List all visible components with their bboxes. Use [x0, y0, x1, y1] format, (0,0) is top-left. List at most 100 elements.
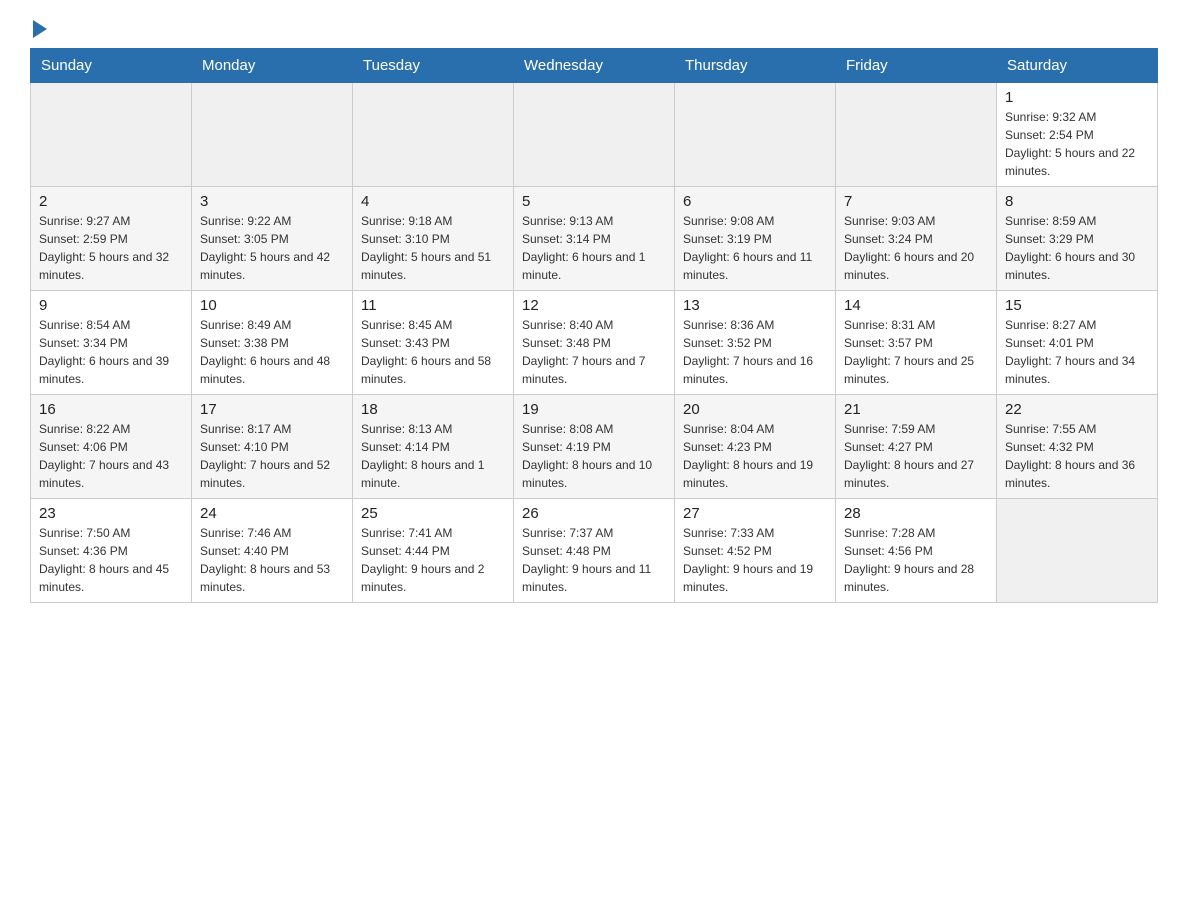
day-number: 22 [1005, 401, 1149, 418]
calendar-cell: 22 Sunrise: 7:55 AM Sunset: 4:32 PM Dayli… [997, 395, 1158, 499]
day-info: Sunrise: 7:55 AM Sunset: 4:32 PM Dayligh… [1005, 420, 1149, 492]
calendar-cell: 24 Sunrise: 7:46 AM Sunset: 4:40 PM Dayli… [192, 499, 353, 603]
day-number: 20 [683, 401, 827, 418]
calendar-header-saturday: Saturday [997, 49, 1158, 83]
day-info: Sunrise: 9:03 AM Sunset: 3:24 PM Dayligh… [844, 212, 988, 284]
calendar-header-tuesday: Tuesday [353, 49, 514, 83]
day-info: Sunrise: 8:04 AM Sunset: 4:23 PM Dayligh… [683, 420, 827, 492]
day-info: Sunrise: 8:54 AM Sunset: 3:34 PM Dayligh… [39, 316, 183, 388]
day-info: Sunrise: 8:22 AM Sunset: 4:06 PM Dayligh… [39, 420, 183, 492]
day-number: 11 [361, 297, 505, 314]
day-info: Sunrise: 7:46 AM Sunset: 4:40 PM Dayligh… [200, 524, 344, 596]
day-number: 4 [361, 193, 505, 210]
calendar-cell: 4 Sunrise: 9:18 AM Sunset: 3:10 PM Daylig… [353, 187, 514, 291]
day-info: Sunrise: 8:36 AM Sunset: 3:52 PM Dayligh… [683, 316, 827, 388]
day-info: Sunrise: 7:41 AM Sunset: 4:44 PM Dayligh… [361, 524, 505, 596]
day-number: 13 [683, 297, 827, 314]
calendar-cell [675, 83, 836, 187]
calendar-week-row: 16 Sunrise: 8:22 AM Sunset: 4:06 PM Dayli… [31, 395, 1158, 499]
calendar-cell: 12 Sunrise: 8:40 AM Sunset: 3:48 PM Dayli… [514, 291, 675, 395]
day-number: 14 [844, 297, 988, 314]
calendar-cell: 2 Sunrise: 9:27 AM Sunset: 2:59 PM Daylig… [31, 187, 192, 291]
calendar-cell: 23 Sunrise: 7:50 AM Sunset: 4:36 PM Dayli… [31, 499, 192, 603]
day-info: Sunrise: 7:28 AM Sunset: 4:56 PM Dayligh… [844, 524, 988, 596]
calendar-cell: 6 Sunrise: 9:08 AM Sunset: 3:19 PM Daylig… [675, 187, 836, 291]
day-info: Sunrise: 8:59 AM Sunset: 3:29 PM Dayligh… [1005, 212, 1149, 284]
calendar-cell: 11 Sunrise: 8:45 AM Sunset: 3:43 PM Dayli… [353, 291, 514, 395]
calendar-header-row: SundayMondayTuesdayWednesdayThursdayFrid… [31, 49, 1158, 83]
calendar-cell [514, 83, 675, 187]
page-header [30, 20, 1158, 38]
calendar-header-monday: Monday [192, 49, 353, 83]
day-number: 23 [39, 505, 183, 522]
calendar-cell: 17 Sunrise: 8:17 AM Sunset: 4:10 PM Dayli… [192, 395, 353, 499]
calendar-cell: 28 Sunrise: 7:28 AM Sunset: 4:56 PM Dayli… [836, 499, 997, 603]
day-number: 1 [1005, 89, 1149, 106]
day-info: Sunrise: 9:32 AM Sunset: 2:54 PM Dayligh… [1005, 108, 1149, 180]
day-info: Sunrise: 8:17 AM Sunset: 4:10 PM Dayligh… [200, 420, 344, 492]
calendar-header-wednesday: Wednesday [514, 49, 675, 83]
day-info: Sunrise: 9:13 AM Sunset: 3:14 PM Dayligh… [522, 212, 666, 284]
day-info: Sunrise: 8:49 AM Sunset: 3:38 PM Dayligh… [200, 316, 344, 388]
calendar-header-friday: Friday [836, 49, 997, 83]
calendar-table: SundayMondayTuesdayWednesdayThursdayFrid… [30, 48, 1158, 603]
calendar-cell: 27 Sunrise: 7:33 AM Sunset: 4:52 PM Dayli… [675, 499, 836, 603]
day-info: Sunrise: 8:08 AM Sunset: 4:19 PM Dayligh… [522, 420, 666, 492]
day-info: Sunrise: 8:40 AM Sunset: 3:48 PM Dayligh… [522, 316, 666, 388]
calendar-cell [31, 83, 192, 187]
calendar-header-thursday: Thursday [675, 49, 836, 83]
day-number: 16 [39, 401, 183, 418]
logo-arrow-icon [33, 20, 47, 38]
calendar-cell: 25 Sunrise: 7:41 AM Sunset: 4:44 PM Dayli… [353, 499, 514, 603]
day-number: 28 [844, 505, 988, 522]
day-number: 19 [522, 401, 666, 418]
day-number: 21 [844, 401, 988, 418]
calendar-cell: 13 Sunrise: 8:36 AM Sunset: 3:52 PM Dayli… [675, 291, 836, 395]
day-number: 10 [200, 297, 344, 314]
day-info: Sunrise: 7:50 AM Sunset: 4:36 PM Dayligh… [39, 524, 183, 596]
calendar-cell: 15Sunrise: 8:27 AM Sunset: 4:01 PM Dayli… [997, 291, 1158, 395]
day-number: 12 [522, 297, 666, 314]
day-info: Sunrise: 8:31 AM Sunset: 3:57 PM Dayligh… [844, 316, 988, 388]
day-info: Sunrise: 7:59 AM Sunset: 4:27 PM Dayligh… [844, 420, 988, 492]
day-info: Sunrise: 9:27 AM Sunset: 2:59 PM Dayligh… [39, 212, 183, 284]
logo [30, 20, 47, 38]
calendar-cell: 3Sunrise: 9:22 AM Sunset: 3:05 PM Daylig… [192, 187, 353, 291]
day-info: Sunrise: 9:08 AM Sunset: 3:19 PM Dayligh… [683, 212, 827, 284]
calendar-cell: 21 Sunrise: 7:59 AM Sunset: 4:27 PM Dayli… [836, 395, 997, 499]
day-number: 9 [39, 297, 183, 314]
calendar-cell: 7 Sunrise: 9:03 AM Sunset: 3:24 PM Daylig… [836, 187, 997, 291]
calendar-cell: 9 Sunrise: 8:54 AM Sunset: 3:34 PM Daylig… [31, 291, 192, 395]
day-info: Sunrise: 8:13 AM Sunset: 4:14 PM Dayligh… [361, 420, 505, 492]
calendar-cell: 10 Sunrise: 8:49 AM Sunset: 3:38 PM Dayli… [192, 291, 353, 395]
day-number: 7 [844, 193, 988, 210]
day-number: 27 [683, 505, 827, 522]
calendar-cell: 16 Sunrise: 8:22 AM Sunset: 4:06 PM Dayli… [31, 395, 192, 499]
calendar-cell: 1 Sunrise: 9:32 AM Sunset: 2:54 PM Daylig… [997, 83, 1158, 187]
day-number: 15 [1005, 297, 1149, 314]
day-info: Sunrise: 9:18 AM Sunset: 3:10 PM Dayligh… [361, 212, 505, 284]
calendar-header-sunday: Sunday [31, 49, 192, 83]
calendar-cell: 26 Sunrise: 7:37 AM Sunset: 4:48 PM Dayli… [514, 499, 675, 603]
day-number: 17 [200, 401, 344, 418]
day-number: 25 [361, 505, 505, 522]
day-info: Sunrise: 8:45 AM Sunset: 3:43 PM Dayligh… [361, 316, 505, 388]
calendar-cell: 8 Sunrise: 8:59 AM Sunset: 3:29 PM Daylig… [997, 187, 1158, 291]
day-number: 26 [522, 505, 666, 522]
calendar-week-row: 9 Sunrise: 8:54 AM Sunset: 3:34 PM Daylig… [31, 291, 1158, 395]
calendar-cell [836, 83, 997, 187]
calendar-cell [997, 499, 1158, 603]
calendar-week-row: 23 Sunrise: 7:50 AM Sunset: 4:36 PM Dayli… [31, 499, 1158, 603]
day-number: 24 [200, 505, 344, 522]
day-number: 2 [39, 193, 183, 210]
calendar-cell: 20 Sunrise: 8:04 AM Sunset: 4:23 PM Dayli… [675, 395, 836, 499]
day-info: Sunrise: 7:37 AM Sunset: 4:48 PM Dayligh… [522, 524, 666, 596]
calendar-cell: 19 Sunrise: 8:08 AM Sunset: 4:19 PM Dayli… [514, 395, 675, 499]
day-info: Sunrise: 7:33 AM Sunset: 4:52 PM Dayligh… [683, 524, 827, 596]
day-number: 3 [200, 193, 344, 210]
day-number: 5 [522, 193, 666, 210]
day-number: 18 [361, 401, 505, 418]
calendar-cell: 5 Sunrise: 9:13 AM Sunset: 3:14 PM Daylig… [514, 187, 675, 291]
day-number: 8 [1005, 193, 1149, 210]
day-number: 6 [683, 193, 827, 210]
